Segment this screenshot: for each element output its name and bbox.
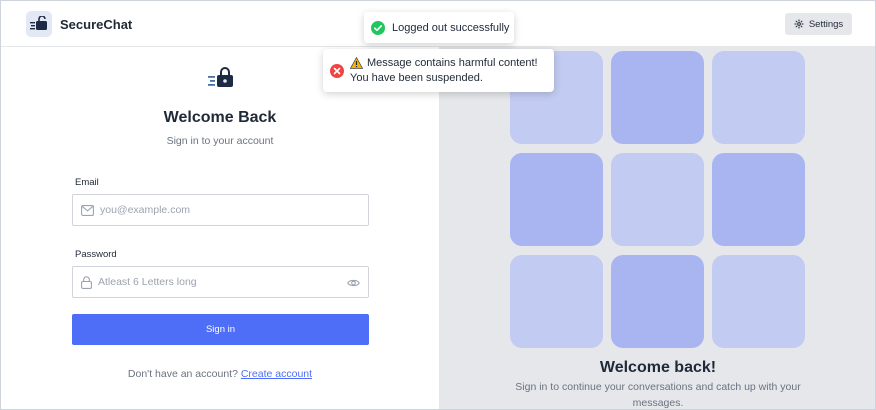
login-logo-icon [206,67,236,91]
welcome-title: Welcome back! [599,359,717,376]
password-field-container[interactable] [72,266,369,298]
login-panel: Welcome Back Sign in to your account Ema… [1,47,439,409]
pattern-tile [510,255,603,348]
success-toast-message: Logged out successfully [392,21,510,34]
pattern-tile [510,153,603,246]
login-subtitle: Sign in to your account [166,135,274,147]
signup-prompt-text: Don't have an account? [127,368,238,380]
pattern-tile [712,153,805,246]
create-account-link[interactable]: Create account [241,368,312,380]
welcome-subtitle: Sign in to continue your conversations a… [515,381,801,409]
welcome-panel: Welcome back! Sign in to continue your c… [439,47,875,409]
brand-logo-icon [26,11,52,37]
error-toast-detail: You have been suspended. [350,72,483,84]
error-toast-message: Message contains harmful content! [367,57,538,69]
mail-icon [81,204,94,216]
settings-label: Settings [808,18,844,30]
pattern-tile [611,153,704,246]
pattern-tile [611,255,704,348]
email-field[interactable] [100,204,330,216]
gear-icon [794,19,804,29]
lock-icon [81,275,92,289]
check-circle-icon [371,20,385,35]
error-toast[interactable]: Message contains harmful content! You ha… [323,49,554,92]
pattern-tile [712,51,805,144]
password-field[interactable] [98,276,328,288]
warning-triangle-icon [350,57,363,69]
signup-prompt: Don't have an account? Create account [1,368,439,380]
brand-name: SecureChat [60,16,133,32]
success-toast[interactable]: Logged out successfully [364,12,514,43]
pattern-tile [611,51,704,144]
email-field-container[interactable] [72,194,369,226]
brand[interactable]: SecureChat [26,11,132,37]
error-toast-line-1: Message contains harmful content! [350,57,538,69]
show-password-eye-icon[interactable] [347,276,360,294]
settings-button[interactable]: Settings [785,13,852,35]
email-label: Email [75,177,99,188]
pattern-tile [712,255,805,348]
app-window: SecureChat Settings Welcome Back Sign in… [0,0,876,410]
sign-in-button[interactable]: Sign in [72,314,369,345]
x-circle-icon [330,64,344,78]
login-title: Welcome Back [163,109,277,126]
password-label: Password [75,249,117,260]
